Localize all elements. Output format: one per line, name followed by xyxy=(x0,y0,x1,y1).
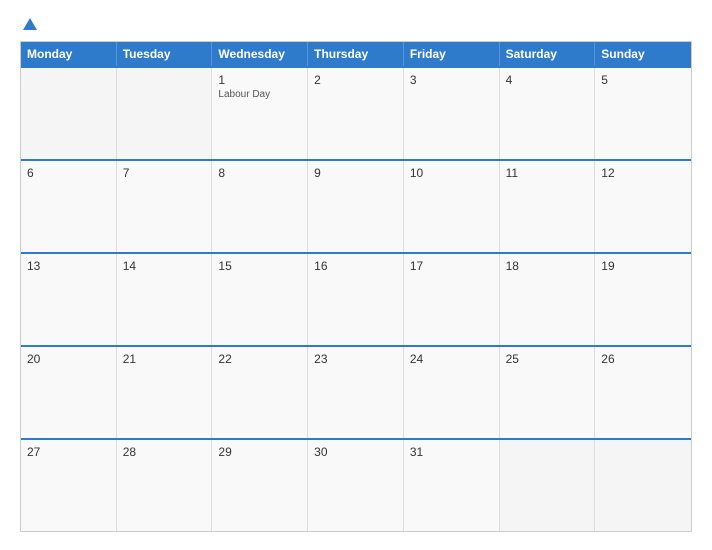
calendar-cell: 1 Labour Day xyxy=(212,68,308,159)
calendar-week: 1 Labour Day 2345 xyxy=(21,66,691,159)
calendar-cell: 26 xyxy=(595,347,691,438)
calendar-cell: 25 xyxy=(500,347,596,438)
calendar-cell xyxy=(21,68,117,159)
day-number: 10 xyxy=(410,166,493,180)
day-number: 13 xyxy=(27,259,110,273)
day-number: 31 xyxy=(410,445,493,459)
calendar-header-cell: Sunday xyxy=(595,42,691,66)
day-number: 14 xyxy=(123,259,206,273)
calendar-cell: 6 xyxy=(21,161,117,252)
day-number: 11 xyxy=(506,166,589,180)
calendar-cell: 8 xyxy=(212,161,308,252)
calendar-cell: 24 xyxy=(404,347,500,438)
calendar-cell: 4 xyxy=(500,68,596,159)
calendar-cell: 14 xyxy=(117,254,213,345)
day-number: 28 xyxy=(123,445,206,459)
day-number: 3 xyxy=(410,73,493,87)
calendar-header-cell: Wednesday xyxy=(212,42,308,66)
day-number: 19 xyxy=(601,259,685,273)
calendar-cell: 20 xyxy=(21,347,117,438)
calendar-cell: 5 xyxy=(595,68,691,159)
calendar-week: 20 21 22 23 24 25 26 xyxy=(21,345,691,438)
calendar-cell: 30 xyxy=(308,440,404,531)
calendar-cell: 21 xyxy=(117,347,213,438)
calendar-cell: 29 xyxy=(212,440,308,531)
calendar-week: 6789 10 11 12 xyxy=(21,159,691,252)
day-number: 16 xyxy=(314,259,397,273)
logo-blue-text xyxy=(20,18,37,31)
calendar-cell xyxy=(117,68,213,159)
calendar-cell: 9 xyxy=(308,161,404,252)
day-number: 21 xyxy=(123,352,206,366)
calendar-cell: 3 xyxy=(404,68,500,159)
day-number: 24 xyxy=(410,352,493,366)
day-number: 8 xyxy=(218,166,301,180)
calendar-week: 27 28 29 30 31 xyxy=(21,438,691,531)
calendar-cell: 11 xyxy=(500,161,596,252)
day-number: 25 xyxy=(506,352,589,366)
calendar-header-row: MondayTuesdayWednesdayThursdayFridaySatu… xyxy=(21,42,691,66)
calendar-cell: 15 xyxy=(212,254,308,345)
calendar-cell: 10 xyxy=(404,161,500,252)
day-number: 5 xyxy=(601,73,685,87)
calendar-header-cell: Tuesday xyxy=(117,42,213,66)
day-number: 26 xyxy=(601,352,685,366)
calendar-cell xyxy=(595,440,691,531)
day-number: 18 xyxy=(506,259,589,273)
day-number: 30 xyxy=(314,445,397,459)
calendar-header-cell: Monday xyxy=(21,42,117,66)
calendar-cell: 16 xyxy=(308,254,404,345)
calendar-cell xyxy=(500,440,596,531)
day-number: 1 xyxy=(218,73,301,87)
calendar: MondayTuesdayWednesdayThursdayFridaySatu… xyxy=(20,41,692,532)
calendar-header-cell: Thursday xyxy=(308,42,404,66)
day-number: 9 xyxy=(314,166,397,180)
day-number: 23 xyxy=(314,352,397,366)
logo xyxy=(20,18,37,31)
day-number: 2 xyxy=(314,73,397,87)
calendar-header-cell: Saturday xyxy=(500,42,596,66)
calendar-cell: 2 xyxy=(308,68,404,159)
day-number: 17 xyxy=(410,259,493,273)
calendar-cell: 23 xyxy=(308,347,404,438)
logo-triangle-icon xyxy=(23,18,37,30)
calendar-cell: 19 xyxy=(595,254,691,345)
day-number: 22 xyxy=(218,352,301,366)
calendar-cell: 7 xyxy=(117,161,213,252)
day-number: 29 xyxy=(218,445,301,459)
day-number: 15 xyxy=(218,259,301,273)
day-number: 4 xyxy=(506,73,589,87)
day-number: 7 xyxy=(123,166,206,180)
calendar-cell: 17 xyxy=(404,254,500,345)
day-number: 6 xyxy=(27,166,110,180)
calendar-cell: 18 xyxy=(500,254,596,345)
calendar-cell: 13 xyxy=(21,254,117,345)
day-event: Labour Day xyxy=(218,89,301,100)
page-header xyxy=(20,18,692,31)
day-number: 12 xyxy=(601,166,685,180)
day-number: 20 xyxy=(27,352,110,366)
calendar-header-cell: Friday xyxy=(404,42,500,66)
calendar-cell: 28 xyxy=(117,440,213,531)
calendar-cell: 27 xyxy=(21,440,117,531)
calendar-cell: 31 xyxy=(404,440,500,531)
day-number: 27 xyxy=(27,445,110,459)
calendar-cell: 12 xyxy=(595,161,691,252)
calendar-week: 13 14 15 16 17 18 19 xyxy=(21,252,691,345)
calendar-cell: 22 xyxy=(212,347,308,438)
